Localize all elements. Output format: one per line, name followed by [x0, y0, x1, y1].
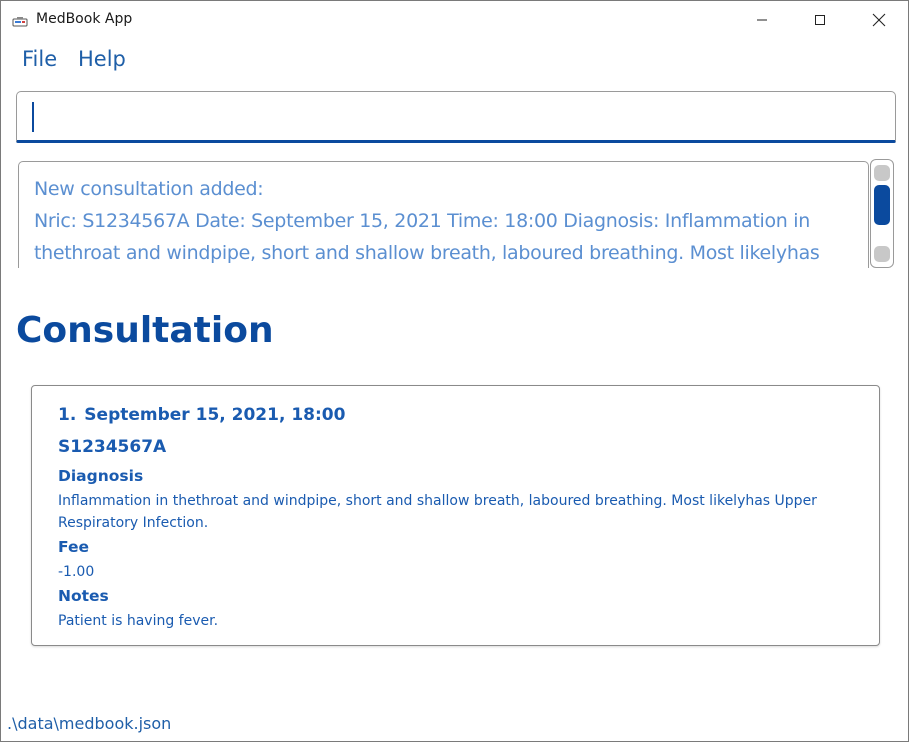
minimize-icon	[757, 19, 767, 21]
consultation-header: 1. September 15, 2021, 18:00	[58, 405, 345, 425]
scroll-thumb[interactable]	[874, 185, 890, 225]
maximize-button[interactable]	[797, 1, 843, 39]
text-caret	[32, 102, 34, 132]
minimize-button[interactable]	[739, 1, 785, 39]
result-line: thethroat and windpipe, short and shallo…	[34, 242, 820, 264]
command-box[interactable]	[16, 91, 896, 143]
result-scrollbar[interactable]	[870, 159, 894, 268]
menu-file[interactable]: File	[22, 47, 57, 71]
scroll-up-button[interactable]	[874, 165, 890, 181]
maximize-icon	[815, 15, 825, 25]
result-line: New consultation added:	[34, 178, 264, 200]
notes-label: Notes	[58, 587, 109, 605]
consultation-nric: S1234567A	[58, 437, 167, 457]
section-title: Consultation	[16, 310, 274, 351]
command-input[interactable]	[17, 92, 895, 140]
result-text: New consultation added: Nric: S1234567A …	[34, 173, 854, 268]
menu-bar: File Help	[1, 41, 908, 81]
close-button[interactable]	[856, 1, 902, 39]
window-title: MedBook App	[36, 11, 133, 27]
consultation-index: 1.	[58, 405, 77, 425]
fee-label: Fee	[58, 538, 89, 556]
consultation-datetime: September 15, 2021, 18:00	[84, 405, 346, 425]
result-display[interactable]: New consultation added: Nric: S1234567A …	[18, 161, 869, 268]
menu-help[interactable]: Help	[78, 47, 126, 71]
close-icon	[872, 13, 886, 27]
app-icon	[12, 13, 28, 27]
title-bar[interactable]: MedBook App	[1, 1, 908, 39]
notes-value: Patient is having fever.	[58, 613, 219, 629]
fee-value: -1.00	[58, 564, 95, 580]
app-window: MedBook App File Help New consultation a…	[0, 0, 909, 742]
consultation-card[interactable]: 1. September 15, 2021, 18:00 S1234567A Di…	[31, 385, 880, 646]
diagnosis-value: Inflammation in thethroat and windpipe, …	[58, 493, 817, 531]
status-bar-file-path: .\data\medbook.json	[7, 714, 172, 733]
diagnosis-label: Diagnosis	[58, 467, 144, 485]
result-line: Nric: S1234567A Date: September 15, 2021…	[34, 210, 810, 232]
scroll-down-button[interactable]	[874, 246, 890, 262]
